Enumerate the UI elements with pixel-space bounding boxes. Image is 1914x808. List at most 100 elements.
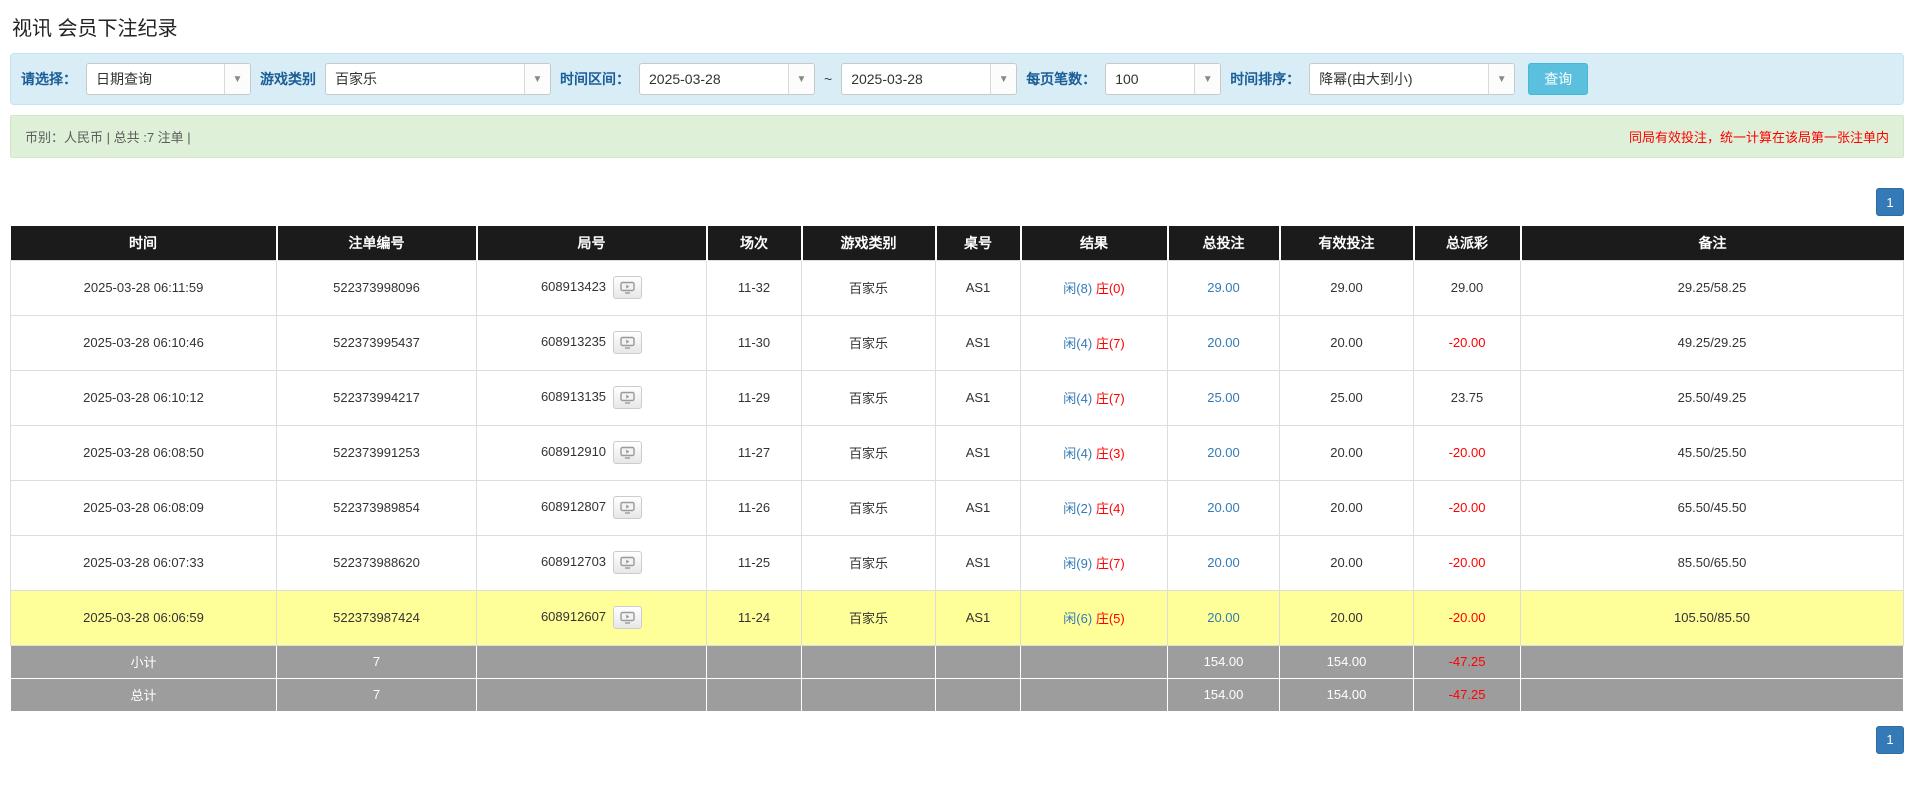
total-bet-link[interactable]: 20.00 bbox=[1207, 335, 1240, 350]
time-cell: 2025-03-28 06:10:46 bbox=[10, 314, 277, 371]
table-no: AS1 bbox=[965, 610, 991, 625]
game-type-cell: 百家乐 bbox=[801, 314, 936, 371]
game-type: 百家乐 bbox=[848, 336, 888, 351]
game-type: 百家乐 bbox=[848, 611, 888, 626]
table-row: 2025-03-28 06:11:59 522373998096 6089134… bbox=[10, 259, 1904, 316]
chevron-down-icon[interactable]: ▼ bbox=[1488, 64, 1515, 94]
remark-cell: 29.25/58.25 bbox=[1520, 259, 1904, 316]
view-result-button[interactable] bbox=[613, 606, 643, 629]
bet-id-cell: 522373987424 bbox=[276, 589, 477, 646]
bet-id-cell: 522373988620 bbox=[276, 534, 477, 591]
chevron-down-icon[interactable]: ▼ bbox=[524, 64, 550, 94]
session: 11-24 bbox=[737, 610, 771, 625]
header-round-id: 局号 bbox=[476, 226, 708, 260]
session-cell: 11-30 bbox=[706, 314, 802, 371]
game-type-select[interactable]: 百家乐 ▼ bbox=[325, 63, 551, 95]
game-type: 百家乐 bbox=[848, 446, 888, 461]
query-type-select[interactable]: 日期查询 ▼ bbox=[86, 63, 251, 95]
subtotal-valid-bet: 154.00 bbox=[1279, 644, 1414, 679]
header-bet-id: 注单编号 bbox=[276, 226, 478, 260]
total-bet-link[interactable]: 29.00 bbox=[1207, 280, 1240, 295]
payout-value: -20.00 bbox=[1448, 500, 1486, 515]
chevron-down-icon[interactable]: ▼ bbox=[1194, 64, 1221, 94]
bet-time: 2025-03-28 06:07:33 bbox=[83, 555, 204, 570]
payout-value: -47.25 bbox=[1448, 687, 1486, 702]
view-result-button[interactable] bbox=[613, 441, 643, 464]
valid-bet: 20.00 bbox=[1330, 335, 1363, 350]
time-cell: 2025-03-28 06:08:09 bbox=[10, 479, 277, 536]
date-from-select[interactable]: 2025-03-28 ▼ bbox=[639, 63, 815, 95]
view-result-button[interactable] bbox=[613, 496, 643, 519]
header-payout: 总派彩 bbox=[1413, 226, 1522, 260]
total-bet-link[interactable]: 25.00 bbox=[1207, 390, 1240, 405]
result-cell: 闲(8) 庄(0) bbox=[1020, 259, 1168, 316]
banker-result: 庄(7) bbox=[1095, 556, 1125, 571]
date-to-select[interactable]: 2025-03-28 ▼ bbox=[841, 63, 1018, 95]
payout-cell: 23.75 bbox=[1413, 369, 1521, 426]
payout-cell: -20.00 bbox=[1413, 314, 1521, 371]
summary-bar: 币别：人民币 | 总共 :7 注单 | 同局有效投注，统一计算在该局第一张注单内 bbox=[10, 115, 1904, 158]
total-bet-link[interactable]: 20.00 bbox=[1207, 610, 1240, 625]
payout-value: 29.00 bbox=[1450, 280, 1484, 295]
subtotal-count: 7 bbox=[276, 644, 477, 679]
sort-select[interactable]: 降幂(由大到小) ▼ bbox=[1309, 63, 1516, 95]
game-type-label: 游戏类别 bbox=[260, 71, 316, 87]
view-result-button[interactable] bbox=[613, 386, 643, 409]
player-result: 闲(9) bbox=[1063, 556, 1093, 571]
page-container: 视讯 会员下注纪录 请选择： 日期查询 ▼ 游戏类别 百家乐 ▼ 时间区间： 2… bbox=[0, 0, 1914, 770]
bet-time: 2025-03-28 06:10:46 bbox=[83, 335, 204, 350]
total-bet-cell: 20.00 bbox=[1167, 424, 1280, 481]
table-no-cell: AS1 bbox=[935, 424, 1021, 481]
view-result-button[interactable] bbox=[613, 551, 643, 574]
round-cell: 608913423 bbox=[476, 259, 707, 316]
header-game-type: 游戏类别 bbox=[801, 226, 937, 260]
header-session: 场次 bbox=[706, 226, 803, 260]
session: 11-30 bbox=[737, 335, 771, 350]
result-cell: 闲(6) 庄(5) bbox=[1020, 589, 1168, 646]
view-result-button[interactable] bbox=[613, 331, 643, 354]
page-size-select[interactable]: 100 ▼ bbox=[1105, 63, 1222, 95]
game-type-cell: 百家乐 bbox=[801, 369, 936, 426]
remark: 85.50/65.50 bbox=[1677, 555, 1747, 570]
payout-value: -20.00 bbox=[1448, 335, 1486, 350]
round-id: 608912703 bbox=[540, 553, 607, 569]
round-cell: 608913235 bbox=[476, 314, 707, 371]
video-icon bbox=[620, 281, 635, 294]
total-bet-link[interactable]: 20.00 bbox=[1207, 555, 1240, 570]
valid-bet-cell: 29.00 bbox=[1279, 259, 1414, 316]
summary-left: 币别：人民币 | 总共 :7 注单 | bbox=[25, 130, 191, 145]
banker-result: 庄(3) bbox=[1095, 446, 1125, 461]
pagination-top: 1 bbox=[10, 188, 1904, 216]
total-bet-link[interactable]: 20.00 bbox=[1207, 500, 1240, 515]
bet-id: 522373987424 bbox=[333, 610, 420, 625]
game-type-value: 百家乐 bbox=[335, 71, 377, 87]
session-cell: 11-32 bbox=[706, 259, 802, 316]
round-id: 608912807 bbox=[540, 498, 607, 514]
page-button[interactable]: 1 bbox=[1876, 725, 1904, 754]
player-result: 闲(4) bbox=[1063, 446, 1093, 461]
header-total-bet: 总投注 bbox=[1167, 226, 1281, 260]
remark-cell: 25.50/49.25 bbox=[1520, 369, 1904, 426]
total-bet-link[interactable]: 20.00 bbox=[1207, 445, 1240, 460]
header-time: 时间 bbox=[10, 226, 278, 260]
payout-value: -20.00 bbox=[1448, 445, 1486, 460]
chevron-down-icon[interactable]: ▼ bbox=[224, 64, 250, 94]
total-bet-cell: 25.00 bbox=[1167, 369, 1280, 426]
bet-time: 2025-03-28 06:11:59 bbox=[83, 280, 204, 295]
player-result: 闲(2) bbox=[1063, 501, 1093, 516]
header-table-no: 桌号 bbox=[935, 226, 1022, 260]
search-button[interactable]: 查询 bbox=[1528, 63, 1589, 95]
table-no: AS1 bbox=[965, 500, 991, 515]
table-header: 时间 注单编号 局号 场次 游戏类别 桌号 结果 总投注 有效投注 总派彩 备注 bbox=[10, 226, 1904, 260]
chevron-down-icon[interactable]: ▼ bbox=[788, 64, 814, 94]
payout-cell: -20.00 bbox=[1413, 424, 1521, 481]
total-row: 总计 7 154.00 154.00 -47.25 bbox=[10, 677, 1904, 712]
video-icon bbox=[620, 446, 635, 459]
page-button[interactable]: 1 bbox=[1876, 188, 1904, 216]
table-row: 2025-03-28 06:10:12 522373994217 6089131… bbox=[10, 369, 1904, 426]
bet-id: 522373995437 bbox=[333, 335, 420, 350]
chevron-down-icon[interactable]: ▼ bbox=[990, 64, 1017, 94]
view-result-button[interactable] bbox=[613, 276, 643, 299]
header-result: 结果 bbox=[1020, 226, 1169, 260]
bet-time: 2025-03-28 06:08:50 bbox=[83, 445, 204, 460]
